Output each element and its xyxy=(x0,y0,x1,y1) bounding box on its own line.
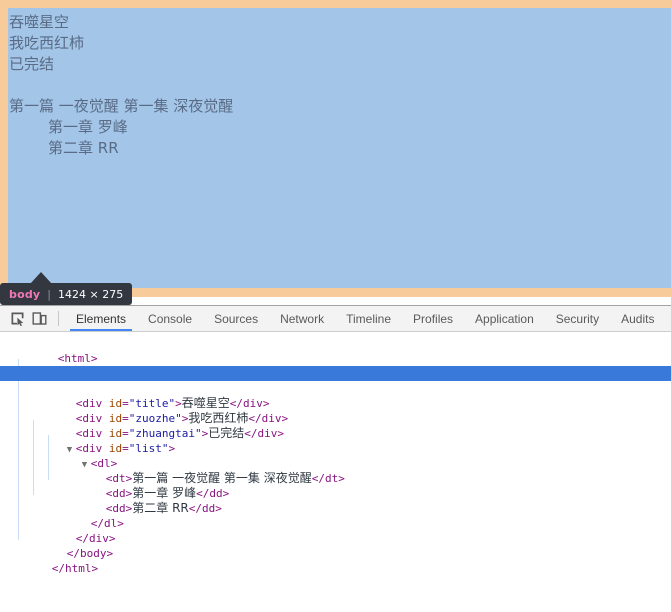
chapter-item[interactable]: 第一章 罗峰 xyxy=(8,117,671,138)
device-toolbar-icon[interactable] xyxy=(28,308,50,330)
dom-row-dt[interactable]: <dt>第一篇 一夜觉醒 第一集 深夜觉醒</dt> xyxy=(0,456,671,471)
devtools-panel: Elements Console Sources Network Timelin… xyxy=(0,305,671,612)
devtools-tab-strip: Elements Console Sources Network Timelin… xyxy=(65,306,671,331)
inspected-page-viewport: 吞噬星空 我吃西红柿 已完结 第一篇 一夜觉醒 第一集 深夜觉醒 第一章 罗峰 … xyxy=(0,0,671,305)
dom-row-body-open[interactable]: ···▼<body> == $0 xyxy=(0,366,671,381)
dom-row-dl-open[interactable]: ▼<dl> xyxy=(0,441,671,456)
tab-security[interactable]: Security xyxy=(545,306,610,331)
dom-row-div-list[interactable]: ▼<div id="list"> xyxy=(0,426,671,441)
dom-row-div-close[interactable]: </div> xyxy=(0,516,671,531)
dom-row-html-open[interactable]: <html> xyxy=(0,336,671,351)
dom-tree[interactable]: <html> <head></head> ···▼<body> == $0 <d… xyxy=(0,332,671,561)
tab-profiles[interactable]: Profiles xyxy=(402,306,464,331)
chapter-list: 第一篇 一夜觉醒 第一集 深夜觉醒 第一章 罗峰 第二章 RR xyxy=(8,96,671,159)
tag-html-close: </html> xyxy=(52,562,98,575)
inspect-element-icon[interactable] xyxy=(6,308,28,330)
toolbar-icon-group xyxy=(0,306,54,331)
chapter-item[interactable]: 第二章 RR xyxy=(8,138,671,159)
dom-row-div-title[interactable]: <div id="title">吞噬星空</div> xyxy=(0,381,671,396)
dom-row-dd-1[interactable]: <dd>第一章 罗峰</dd> xyxy=(0,471,671,486)
tab-audits[interactable]: Audits xyxy=(610,306,665,331)
tab-application[interactable]: Application xyxy=(464,306,545,331)
tab-console[interactable]: Console xyxy=(137,306,203,331)
tab-elements[interactable]: Elements xyxy=(65,306,137,331)
tab-sources[interactable]: Sources xyxy=(203,306,269,331)
tooltip-dimensions: 1424 × 275 xyxy=(58,288,123,301)
dom-row-div-zhuangtai[interactable]: <div id="zhuangtai">已完结</div> xyxy=(0,411,671,426)
dom-row-head[interactable]: <head></head> xyxy=(0,351,671,366)
volume-heading: 第一篇 一夜觉醒 第一集 深夜觉醒 xyxy=(8,96,671,117)
element-info-tooltip: body | 1424 × 275 xyxy=(0,283,132,305)
tooltip-separator: | xyxy=(47,288,51,301)
tooltip-tag-name: body xyxy=(9,288,40,301)
body-padding-highlight: 吞噬星空 我吃西红柿 已完结 第一篇 一夜觉醒 第一集 深夜觉醒 第一章 罗峰 … xyxy=(0,0,671,297)
tab-timeline[interactable]: Timeline xyxy=(335,306,402,331)
dom-row-dd-2[interactable]: <dd>第二章 RR</dd> xyxy=(0,486,671,501)
tab-network[interactable]: Network xyxy=(269,306,335,331)
devtools-toolbar: Elements Console Sources Network Timelin… xyxy=(0,306,671,332)
dom-row-html-close[interactable]: </html> xyxy=(0,546,671,561)
dom-row-body-close[interactable]: </body> xyxy=(0,531,671,546)
page-content: 吞噬星空 我吃西红柿 已完结 第一篇 一夜觉醒 第一集 深夜觉醒 第一章 罗峰 … xyxy=(8,8,671,159)
novel-title: 吞噬星空 xyxy=(8,12,671,33)
body-content-highlight: 吞噬星空 我吃西红柿 已完结 第一篇 一夜觉醒 第一集 深夜觉醒 第一章 罗峰 … xyxy=(8,8,671,288)
dom-row-div-zuozhe[interactable]: <div id="zuozhe">我吃西红柿</div> xyxy=(0,396,671,411)
dom-row-dl-close[interactable]: </dl> xyxy=(0,501,671,516)
novel-author: 我吃西红柿 xyxy=(8,33,671,54)
novel-status: 已完结 xyxy=(8,54,671,75)
toolbar-divider xyxy=(58,311,59,326)
